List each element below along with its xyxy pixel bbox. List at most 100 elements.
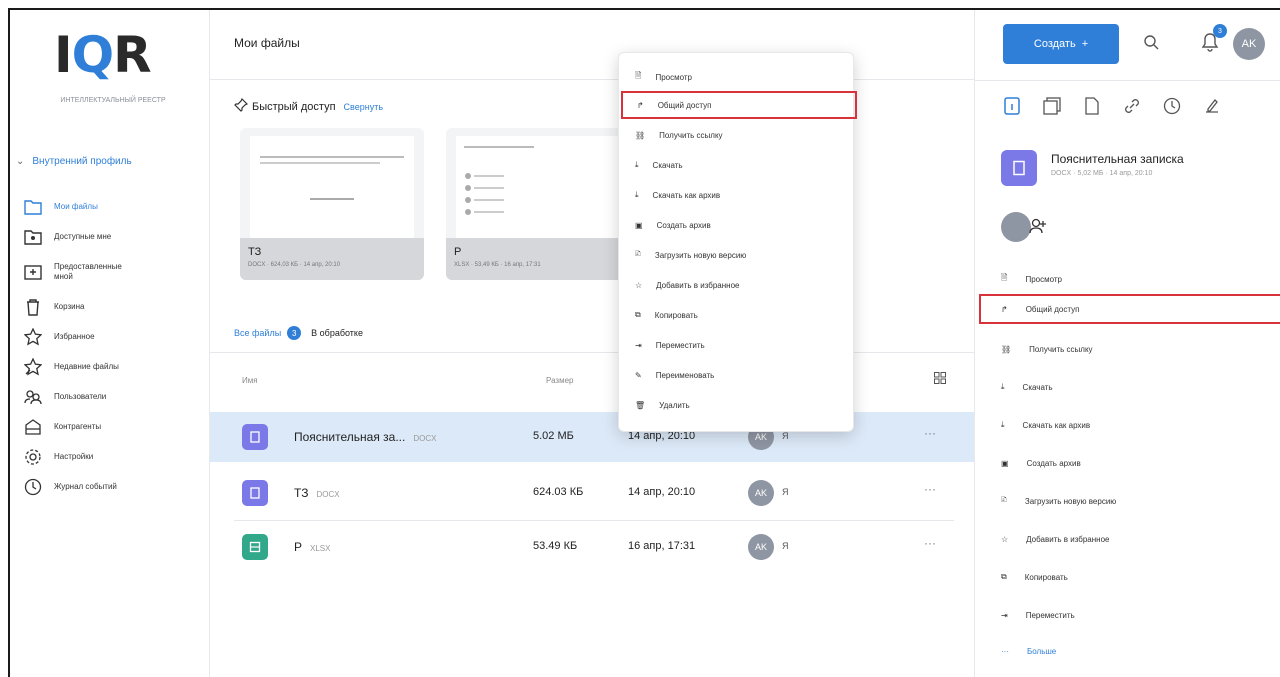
move-icon: ⇥ (1001, 610, 1008, 620)
quick-access-label: Быстрый доступ (252, 100, 336, 113)
menu-item-label: Получить ссылку (659, 130, 723, 140)
tab-link-icon[interactable] (1121, 95, 1143, 117)
sidebar-item-recent[interactable]: Недавние файлы (24, 352, 204, 382)
main-content: Мои файлы Быстрый доступ Свернуть ТЗ DOC… (210, 10, 974, 677)
action-download-archive[interactable]: ⤓ Скачать как архив (975, 410, 1280, 440)
column-name[interactable]: Имя (242, 376, 258, 385)
sidebar-item-label: Доступные мне (54, 232, 112, 241)
row-more-button[interactable]: ··· (924, 536, 936, 550)
menu-item-download-archive[interactable]: ⤓ Скачать как архив (619, 181, 855, 209)
docx-file-icon (242, 480, 268, 506)
action-share[interactable]: ↱ Общий доступ (979, 294, 1280, 324)
action-add-favorite[interactable]: ☆ Добавить в избранное (975, 524, 1280, 554)
count-badge: 3 (287, 326, 302, 340)
sidebar-item-label: Настройки (54, 452, 94, 461)
tab-history-icon[interactable] (1161, 95, 1183, 117)
panel-tabs (1001, 90, 1280, 122)
profile-label: Внутренний профиль (32, 156, 132, 167)
menu-item-share[interactable]: ↱ Общий доступ (621, 91, 857, 119)
sidebar-item-shared-with-me[interactable]: Доступные мне (24, 222, 204, 252)
column-size[interactable]: Размер (546, 376, 574, 385)
tab-document-icon[interactable] (1081, 95, 1103, 117)
logo[interactable]: IQR (54, 26, 152, 84)
upload-version-icon: 🗈 (635, 249, 641, 258)
search-icon[interactable] (1143, 34, 1159, 53)
menu-item-download[interactable]: ⤓ Скачать (619, 151, 855, 179)
spreadsheet-thumbnail (456, 136, 620, 240)
menu-item-create-archive[interactable]: ▣ Создать архив (619, 211, 855, 239)
sidebar-item-my-files[interactable]: Мои файлы (24, 192, 204, 222)
menu-item-add-favorite[interactable]: ☆ Добавить в избранное (619, 271, 855, 299)
document-name: Пояснительная записка (1051, 152, 1184, 166)
sidebar-item-favorites[interactable]: Избранное (24, 322, 204, 352)
copy-icon: ⧉ (1001, 572, 1007, 581)
file-date: 16 апр, 17:31 (628, 540, 696, 552)
tab-info-icon[interactable] (1001, 95, 1023, 117)
action-label: Копировать (1024, 572, 1068, 582)
document-thumbnail (250, 136, 414, 240)
more-label: Больше (1027, 646, 1057, 656)
star-icon (24, 328, 42, 346)
file-name: Р (294, 540, 303, 554)
quick-access-card[interactable]: Р XLSX · 53,49 КБ · 16 апр, 17:31 (446, 128, 630, 280)
card-name: ТЗ (248, 246, 262, 258)
profile-selector[interactable]: ⌄ Внутренний профиль (16, 156, 132, 167)
more-actions-link[interactable]: ··· Больше (975, 636, 1280, 666)
action-upload-version[interactable]: 🗈 Загрузить новую версию (975, 486, 1280, 516)
sidebar-item-counterparties[interactable]: Контрагенты (24, 412, 204, 442)
sidebar-item-settings[interactable]: Настройки (24, 442, 204, 472)
action-copy[interactable]: ⧉ Копировать (975, 562, 1280, 592)
grid-view-icon[interactable] (934, 372, 946, 386)
sidebar-item-shared-by-me[interactable]: Предоставленные мной (24, 252, 204, 292)
sidebar-item-trash[interactable]: Корзина (24, 292, 204, 322)
file-name: ТЗ (294, 486, 309, 500)
menu-item-copy[interactable]: ⧉ Копировать (619, 301, 855, 329)
tab-versions-icon[interactable] (1041, 95, 1063, 117)
pin-icon (234, 97, 249, 115)
sidebar-item-label: Пользователи (54, 392, 107, 401)
sidebar-item-label: Предоставленные мной (54, 262, 122, 281)
delete-icon: 🗑 (635, 400, 646, 410)
row-more-button[interactable]: ··· (924, 426, 936, 440)
menu-item-get-link[interactable]: ⛓ Получить ссылку (619, 121, 855, 149)
menu-item-delete[interactable]: 🗑 Удалить (619, 391, 855, 419)
sidebar-item-event-log[interactable]: Журнал событий (24, 472, 204, 502)
download-icon: ⤓ (635, 160, 639, 169)
tab-processing[interactable]: В обработке (311, 328, 363, 338)
row-more-button[interactable]: ··· (924, 482, 936, 496)
recent-star-icon (24, 358, 42, 376)
tab-all-files[interactable]: Все файлы 3 (234, 326, 302, 340)
menu-item-upload-version[interactable]: 🗈 Загрузить новую версию (619, 241, 855, 269)
action-preview[interactable]: 🗎 Просмотр (975, 264, 1280, 294)
action-label: Скачать (1022, 382, 1053, 392)
user-avatar[interactable]: AK (1233, 28, 1265, 60)
avatar: AK (748, 480, 774, 506)
create-button[interactable]: Создать + (1003, 24, 1119, 64)
download-archive-icon: ⤓ (635, 190, 639, 199)
action-get-link[interactable]: ⛓ Получить ссылку (975, 334, 1280, 364)
folder-icon (24, 198, 42, 216)
building-icon (24, 418, 42, 436)
archive-icon: ▣ (635, 220, 643, 230)
download-archive-icon: ⤓ (1001, 420, 1005, 429)
chevron-down-icon: ⌄ (16, 156, 25, 167)
tab-signature-icon[interactable] (1201, 95, 1223, 117)
table-row[interactable]: Пояснительная за... DOCX 5.02 МБ 14 апр, … (210, 412, 974, 462)
add-user-icon[interactable] (1029, 217, 1047, 238)
action-label: Загрузить новую версию (1024, 496, 1117, 506)
action-label: Просмотр (1025, 274, 1062, 284)
collapse-link[interactable]: Свернуть (344, 102, 383, 112)
details-panel: Создать + 3 AK Пояснительная записка DOC… (974, 10, 1280, 677)
action-download[interactable]: ⤓ Скачать (975, 372, 1280, 402)
action-move[interactable]: ⇥ Переместить (975, 600, 1280, 630)
sidebar-item-users[interactable]: Пользователи (24, 382, 204, 412)
table-row[interactable]: Р XLSX 53.49 КБ 16 апр, 17:31 AK Я ··· (210, 522, 974, 572)
menu-item-preview[interactable]: 🗎 Просмотр (619, 63, 855, 91)
action-create-archive[interactable]: ▣ Создать архив (975, 448, 1280, 478)
quick-access-card[interactable]: ТЗ DOCX · 624,03 КБ · 14 апр, 20:10 (240, 128, 424, 280)
file-name-cell: ТЗ DOCX (294, 486, 340, 500)
table-row[interactable]: ТЗ DOCX 624.03 КБ 14 апр, 20:10 AK Я ··· (210, 468, 974, 518)
menu-item-rename[interactable]: ✎ Переименовать (619, 361, 855, 389)
star-icon: ☆ (635, 280, 643, 290)
menu-item-move[interactable]: ⇥ Переместить (619, 331, 855, 359)
